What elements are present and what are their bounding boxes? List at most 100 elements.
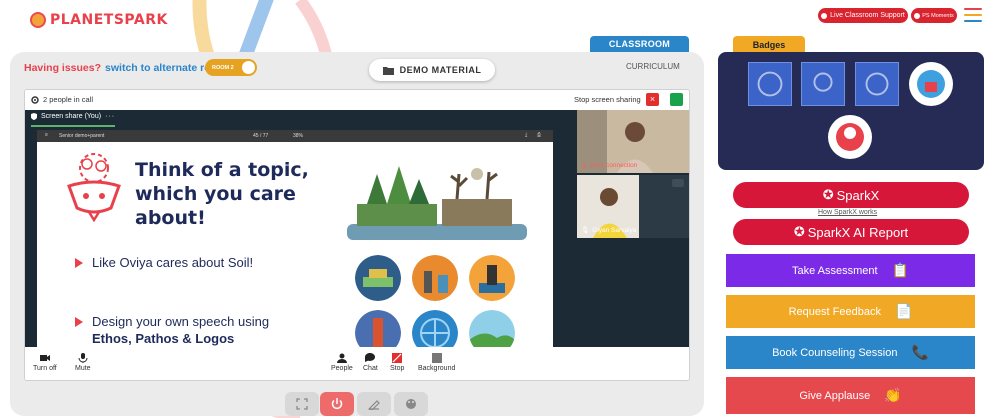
participant-name-label: Giyan Sarvaiya: [592, 226, 637, 234]
power-icon: [331, 398, 343, 410]
book-counseling-label: Book Counseling Session: [772, 346, 898, 359]
expand-icon: [296, 398, 308, 410]
badge-robot-icon[interactable]: [748, 62, 792, 106]
mute-button[interactable]: Mute: [75, 353, 91, 372]
pen-tool-button[interactable]: [357, 392, 391, 416]
palette-button[interactable]: [394, 392, 428, 416]
brand-logo[interactable]: PLANETSPARK: [30, 12, 168, 28]
bullet-icon: [75, 317, 83, 327]
badge-mascot-icon[interactable]: [828, 115, 872, 159]
stop-share-icon: [392, 353, 403, 363]
participant-tile[interactable]: ▲ Poor connection: [577, 110, 689, 173]
sparkx-button[interactable]: ✪ SparkX: [733, 182, 969, 208]
oil-rig-image: [469, 255, 515, 301]
city-traffic-image: [355, 255, 401, 301]
support-icon: [821, 12, 828, 19]
mute-label: Mute: [75, 365, 91, 372]
give-applause-button[interactable]: Give Applause 👏: [726, 377, 975, 414]
badges-panel: [718, 52, 984, 170]
leave-class-button[interactable]: [320, 392, 354, 416]
menu-icon[interactable]: ≡: [45, 132, 48, 138]
turn-off-camera-button[interactable]: Turn off: [33, 353, 57, 372]
bullet-2-bold: Ethos, Pathos & Logos: [92, 331, 235, 346]
curriculum-link[interactable]: CURRICULUM: [626, 62, 680, 71]
request-feedback-button[interactable]: Request Feedback 📄: [726, 295, 975, 328]
close-icon[interactable]: ×: [646, 93, 659, 106]
slide-bullet-2: Design your own speech using Ethos, Path…: [92, 313, 312, 347]
slide-canvas: Think of a topic, which you care about! …: [37, 142, 553, 356]
people-button[interactable]: People: [331, 353, 353, 372]
call-topbar: 2 people in call Stop screen sharing ×: [25, 90, 689, 110]
book-counseling-button[interactable]: Book Counseling Session 📞: [726, 336, 975, 369]
badge-lock-icon[interactable]: [909, 62, 953, 106]
pdf-name: Senior demo+parent: [59, 133, 105, 139]
pen-icon: [368, 400, 380, 410]
badge-speaker-icon[interactable]: [801, 62, 845, 106]
warning-icon: ▲: [581, 162, 588, 169]
palette-icon: [406, 399, 416, 409]
camera-icon: [39, 355, 50, 361]
download-icon[interactable]: ⤓: [525, 132, 527, 138]
demo-material-label: DEMO MATERIAL: [399, 65, 482, 75]
background-icon: [431, 353, 442, 363]
fullscreen-button[interactable]: [285, 392, 319, 416]
logo-mark-icon: [30, 12, 46, 28]
bullet-icon: [75, 258, 83, 268]
background-label: Background: [418, 365, 456, 372]
how-sparkx-works-link[interactable]: How SparkX works: [818, 209, 877, 216]
turn-off-label: Turn off: [33, 365, 57, 372]
room-toggle-label: ROOM 2: [212, 64, 234, 71]
sparkx-icon: ✪: [822, 187, 834, 202]
ps-moments-button[interactable]: PS Moments: [911, 8, 957, 23]
chat-button[interactable]: Chat: [363, 353, 378, 372]
live-classroom-support-button[interactable]: Live Classroom Support: [818, 8, 908, 23]
microphone-icon: 🎙: [581, 227, 590, 234]
badge-mic-icon[interactable]: [855, 62, 899, 106]
hamburger-icon[interactable]: [964, 8, 982, 22]
background-button[interactable]: Background: [418, 353, 455, 372]
phone-icon: 📞: [911, 344, 929, 360]
pdf-toolbar: ≡ Senior demo+parent 45 / 77 38% ⤓ ⎙: [37, 130, 553, 142]
call-stage: Screen share (You) ··· ≡ Senior demo+par…: [25, 110, 689, 356]
chat-icon: [365, 353, 376, 362]
request-feedback-label: Request Feedback: [788, 305, 881, 318]
toggle-knob: [242, 61, 255, 74]
people-label: People: [331, 365, 353, 372]
gear-icon[interactable]: [31, 95, 39, 104]
brain-mascot-icon: [67, 153, 121, 222]
sparkx-ai-report-button[interactable]: ✪ SparkX AI Report: [733, 219, 969, 245]
environment-illustration: [347, 166, 527, 240]
stop-share-button[interactable]: Stop: [390, 353, 404, 372]
live-support-label: Live Classroom Support: [830, 12, 905, 19]
screen-share-tab[interactable]: Screen share (You) ···: [31, 113, 115, 120]
microphone-icon: [78, 353, 88, 363]
person-icon: [336, 353, 347, 363]
pdf-page: 45 / 77: [253, 133, 269, 139]
sparkx-report-label: SparkX AI Report: [807, 224, 909, 240]
poor-connection-status: ▲ Poor connection: [581, 162, 637, 169]
take-assessment-label: Take Assessment: [791, 264, 878, 277]
more-icon[interactable]: ···: [105, 113, 115, 120]
participant-name: 🎙 Giyan Sarvaiya: [581, 226, 637, 235]
document-icon: 📄: [894, 303, 913, 319]
screen-share-icon[interactable]: [670, 93, 683, 106]
tab-classroom[interactable]: CLASSROOM: [590, 36, 689, 52]
participant-tile[interactable]: 🎙 Giyan Sarvaiya: [577, 175, 689, 238]
clipboard-icon: 📋: [891, 262, 910, 278]
factory-pollution-image: [412, 255, 458, 301]
clapping-hands-icon: 👏: [884, 387, 902, 403]
slide-bullet-1: Like Oviya cares about Soil!: [92, 255, 254, 270]
logo-text: PLANETSPARK: [50, 12, 168, 28]
demo-material-button[interactable]: DEMO MATERIAL: [369, 59, 495, 81]
chat-label: Chat: [363, 365, 378, 372]
issue-text: Having issues?: [24, 62, 102, 74]
stop-label: Stop: [390, 365, 405, 372]
connection-help: Having issues? switch to alternate room: [24, 62, 226, 74]
room-toggle[interactable]: ROOM 2: [205, 59, 257, 76]
bullet-2-text: Design your own speech using: [92, 314, 270, 329]
pdf-zoom[interactable]: 38%: [293, 133, 303, 139]
take-assessment-button[interactable]: Take Assessment 📋: [726, 254, 975, 287]
video-call-window: 2 people in call Stop screen sharing × S…: [24, 89, 690, 381]
poor-connection-label: Poor connection: [590, 162, 638, 169]
print-icon[interactable]: ⎙: [537, 132, 541, 138]
